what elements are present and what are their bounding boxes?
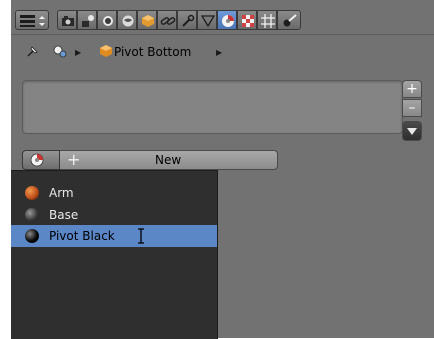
editor-type-icon [20, 15, 45, 27]
tab-world[interactable] [117, 10, 137, 30]
menu-item-base[interactable]: Base [11, 204, 217, 226]
new-button-label: New [155, 153, 182, 167]
material-ball-icon [25, 229, 39, 243]
breadcrumb-arrow-icon: ▶ [75, 48, 82, 57]
triangle-down-icon [407, 128, 417, 135]
minus-icon: – [408, 100, 416, 116]
material-ball-icon [25, 208, 39, 222]
slot-specials-menu[interactable] [402, 121, 422, 141]
tab-physics[interactable] [277, 10, 301, 30]
link-icon [160, 17, 176, 25]
material-slot-list[interactable] [22, 80, 403, 134]
properties-panel: ▶ Pivot Bottom ▶ + – + New Arm Base Pivo… [11, 0, 434, 339]
tab-material[interactable] [217, 10, 237, 30]
editor-type-menu[interactable] [15, 10, 49, 30]
menu-item-pivot-black[interactable]: Pivot Black [11, 225, 217, 247]
material-icon [222, 15, 234, 27]
render-layers-icon [82, 15, 94, 27]
scene-icon [52, 43, 68, 59]
wrench-icon [182, 14, 195, 27]
scene-icon [103, 16, 113, 26]
camera-icon [62, 16, 74, 26]
properties-header [11, 0, 434, 35]
plus-icon: + [67, 150, 81, 169]
material-sphere-icon [30, 153, 44, 167]
tab-render-layers[interactable] [77, 10, 97, 30]
breadcrumb-arrow-icon: ▶ [216, 48, 223, 57]
tab-data[interactable] [197, 10, 217, 30]
mesh-data-icon [200, 15, 216, 28]
new-material-button[interactable]: + New [60, 150, 278, 170]
remove-slot-button[interactable]: – [402, 99, 422, 117]
add-slot-button[interactable]: + [402, 80, 422, 98]
particles-icon [261, 14, 275, 28]
browse-material-button[interactable] [22, 150, 60, 170]
tab-particles[interactable] [257, 10, 277, 30]
breadcrumb-object-name: Pivot Bottom [114, 45, 192, 59]
tab-render[interactable] [57, 10, 77, 30]
pin-icon[interactable] [25, 43, 41, 59]
plus-icon: + [406, 81, 418, 97]
tab-scene[interactable] [97, 10, 117, 30]
menu-item-label: Arm [49, 186, 74, 200]
material-browse-menu: Arm Base Pivot Black [11, 170, 218, 339]
text-cursor-icon [138, 228, 144, 244]
physics-icon [283, 14, 297, 27]
tab-texture[interactable] [237, 10, 257, 30]
tab-constraints[interactable] [157, 10, 177, 30]
menu-item-arm[interactable]: Arm [11, 182, 217, 204]
object-icon [142, 15, 154, 27]
object-icon [99, 44, 113, 58]
material-ball-icon [25, 186, 39, 200]
world-icon [122, 15, 134, 27]
menu-item-label: Pivot Black [49, 229, 115, 243]
tab-modifiers[interactable] [177, 10, 197, 30]
texture-icon [242, 15, 254, 27]
tab-object[interactable] [137, 10, 157, 30]
menu-item-label: Base [49, 208, 79, 222]
